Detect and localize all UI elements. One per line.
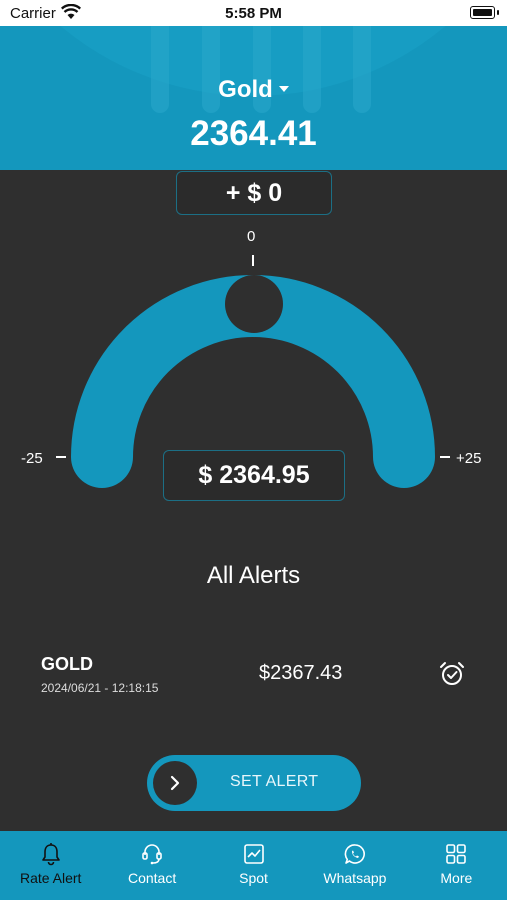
grid-icon xyxy=(446,844,467,864)
alert-list-item[interactable]: GOLD 2024/06/21 - 12:18:15 $2367.43 xyxy=(0,650,507,700)
tab-label: More xyxy=(440,870,473,886)
alert-price: $2367.43 xyxy=(259,662,343,684)
chevron-right-icon xyxy=(170,775,180,791)
alert-metal: GOLD xyxy=(41,654,93,674)
headset-icon xyxy=(142,844,162,865)
target-price-display: $ 2364.95 xyxy=(163,450,345,501)
tab-label: Whatsapp xyxy=(323,870,387,886)
tab-label: Contact xyxy=(127,870,177,886)
alerts-title: All Alerts xyxy=(206,562,301,589)
gauge-knob[interactable] xyxy=(225,275,283,333)
bell-icon xyxy=(41,843,60,866)
set-alert-label: SET ALERT xyxy=(230,773,319,790)
gauge-max-label: +25 xyxy=(456,450,482,467)
chart-icon xyxy=(243,844,264,864)
alarm-clock-icon[interactable] xyxy=(438,660,466,688)
tab-more[interactable]: More xyxy=(406,831,507,900)
whatsapp-icon xyxy=(344,844,365,864)
tab-whatsapp[interactable]: Whatsapp xyxy=(304,831,405,900)
gauge-top-label: 0 xyxy=(247,228,256,245)
bottom-tab-bar: Rate Alert Contact Spot Whatsapp More xyxy=(0,831,507,900)
gauge-min-label: -25 xyxy=(21,450,43,467)
price-gauge xyxy=(56,255,450,488)
alert-datetime: 2024/06/21 - 12:18:15 xyxy=(41,681,159,695)
slide-handle[interactable] xyxy=(153,761,197,805)
tab-label: Spot xyxy=(239,870,268,886)
tab-contact[interactable]: Contact xyxy=(101,831,202,900)
tab-label: Rate Alert xyxy=(19,870,82,886)
tab-rate-alert[interactable]: Rate Alert xyxy=(0,831,101,900)
tab-spot[interactable]: Spot xyxy=(203,831,304,900)
set-alert-button[interactable]: SET ALERT xyxy=(147,755,361,811)
